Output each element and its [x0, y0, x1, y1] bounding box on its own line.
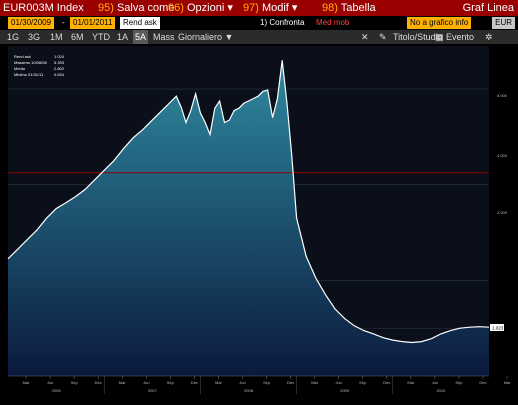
x-tick-label: Jun: [143, 380, 149, 385]
last-value-label: 1.023: [492, 326, 504, 331]
save-as-button[interactable]: 95) Salva come: [98, 0, 174, 16]
legend-label-2: Media: [14, 66, 26, 71]
period-5A[interactable]: 5A: [133, 30, 149, 44]
x-tick-label: Mar: [215, 380, 223, 385]
table-button[interactable]: 98) Tabella: [322, 0, 376, 16]
save-as-label: Salva come: [116, 2, 175, 14]
frequency-dropdown[interactable]: Giornaliero ▼: [178, 30, 233, 44]
chart-svg: Mar Jun Sep Dec Mar Jun Sep Dec Mar Jun Sep Dec Mar J…: [7, 46, 512, 394]
ticker-label[interactable]: EUR003M Index: [3, 0, 84, 16]
x-tick-label: Mar: [119, 380, 127, 385]
x-tick-label: Mar: [407, 380, 415, 385]
year-label: 2008: [244, 388, 254, 393]
legend-value-1: 5.393: [54, 60, 65, 65]
options-label: Opzioni ▾: [186, 2, 233, 14]
period-bar: 1G 3G 1M 6M YTD 1A 5A Mass Giornaliero ▼…: [0, 30, 518, 44]
legend-label-3: Minimo 01/31/11: [14, 72, 44, 77]
period-6M[interactable]: 6M: [71, 30, 84, 44]
y-tick-label: 6.000: [497, 93, 508, 98]
x-tick-label: Jun: [47, 380, 53, 385]
x-tick-label: Sep: [359, 380, 367, 385]
field-selector[interactable]: Rend ask: [120, 17, 160, 29]
compare-value[interactable]: Med mob: [316, 17, 349, 29]
period-YTD[interactable]: YTD: [92, 30, 110, 44]
period-1M[interactable]: 1M: [50, 30, 63, 44]
y-tick-label: 4.000: [497, 153, 508, 158]
x-tick-label: Sep: [263, 380, 271, 385]
x-tick-label: Mar: [23, 380, 31, 385]
legend-value-3: 0.634: [54, 72, 65, 77]
x-tick-label: Sep: [167, 380, 175, 385]
event-icon[interactable]: ▦: [435, 30, 444, 44]
legend-value-0: 1.024: [54, 54, 65, 59]
legend-label-0: Rend ask: [14, 54, 31, 59]
parameters-bar: 01/30/2009 - 01/01/2011 Rend ask 1) Conf…: [0, 16, 518, 30]
top-toolbar: EUR003M Index 95) Salva come 96) Opzioni…: [0, 0, 518, 16]
x-tick-label: Dec: [287, 380, 294, 385]
x-tick-label: Sep: [455, 380, 463, 385]
year-label: 2007: [148, 388, 158, 393]
x-tick-label: Jun: [239, 380, 245, 385]
x-tick-label: Dec: [383, 380, 390, 385]
pencil-icon[interactable]: ✎: [379, 30, 387, 44]
legend-value-2: 2.802: [54, 66, 65, 71]
year-label: 2010: [436, 388, 446, 393]
x-tick-label: Mar: [311, 380, 319, 385]
options-number: 96): [168, 2, 184, 14]
period-1G[interactable]: 1G: [7, 30, 19, 44]
close-icon[interactable]: ✕: [361, 30, 369, 44]
period-3G[interactable]: 3G: [28, 30, 40, 44]
view-type-label[interactable]: Graf Linea: [463, 0, 514, 16]
start-date-field[interactable]: 01/30/2009: [8, 17, 55, 29]
x-tick-label: Mar: [504, 380, 512, 385]
end-date-field[interactable]: 01/01/2011: [70, 17, 116, 29]
x-tick-label: Dec: [191, 380, 198, 385]
date-separator: -: [62, 18, 65, 27]
year-label: 2009: [340, 388, 350, 393]
compare-button[interactable]: 1) Confronta: [260, 17, 304, 29]
currency-dropdown[interactable]: EUR: [492, 17, 515, 29]
period-1A[interactable]: 1A: [117, 30, 128, 44]
modify-number: 97): [243, 2, 259, 14]
info-dropdown[interactable]: No a grafico info: [407, 17, 472, 29]
x-tick-label: Dec: [479, 380, 486, 385]
year-label: 2006: [52, 388, 62, 393]
x-tick-label: Sep: [71, 380, 79, 385]
chart-area: Mar Jun Sep Dec Mar Jun Sep Dec Mar Jun Sep Dec Mar J…: [0, 44, 518, 400]
legend-label-1: Massimo 10/08/08: [14, 60, 47, 65]
modify-menu-button[interactable]: 97) Modif ▾: [243, 0, 297, 16]
event-button[interactable]: Evento: [446, 30, 474, 44]
gear-icon[interactable]: ✲: [485, 30, 493, 44]
y-tick-label: 2.000: [497, 210, 508, 215]
table-label: Tabella: [340, 2, 376, 14]
x-tick-label: Dec: [95, 380, 102, 385]
options-menu-button[interactable]: 96) Opzioni ▾: [168, 0, 233, 16]
x-tick-label: Jun: [432, 380, 438, 385]
x-tick-label: Jun: [335, 380, 341, 385]
modify-label: Modif ▾: [261, 2, 298, 14]
save-as-number: 95): [98, 2, 114, 14]
period-Mass[interactable]: Mass: [153, 30, 175, 44]
table-number: 98): [322, 2, 338, 14]
axis-layer: Mar Jun Sep Dec Mar Jun Sep Dec Mar Jun Sep Dec Mar J…: [8, 375, 512, 394]
